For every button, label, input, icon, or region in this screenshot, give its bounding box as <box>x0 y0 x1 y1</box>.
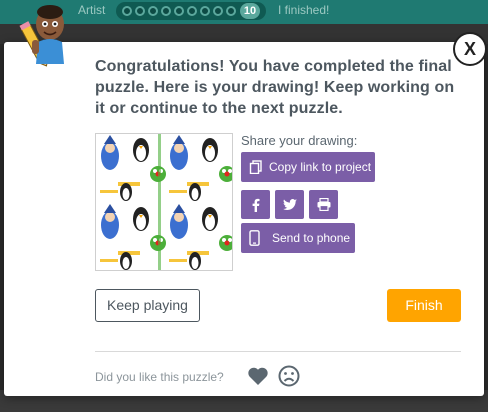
feedback-prompt: Did you like this puzzle? <box>95 370 224 384</box>
progress-dot <box>213 6 223 16</box>
twitter-icon <box>282 198 297 210</box>
facebook-share-button[interactable] <box>241 190 270 219</box>
heart-icon[interactable] <box>247 366 269 386</box>
finished-label: I finished! <box>278 3 330 17</box>
progress-dot <box>161 6 171 16</box>
progress-dot <box>226 6 236 16</box>
drawing-thumbnail <box>95 133 233 271</box>
facebook-icon <box>252 198 259 212</box>
copy-link-label: Copy link to project <box>269 160 372 174</box>
twitter-share-button[interactable] <box>275 190 304 219</box>
progress-dot <box>200 6 210 16</box>
print-icon <box>317 198 330 211</box>
print-button[interactable] <box>309 190 338 219</box>
progress-dot <box>174 6 184 16</box>
level-label: Artist <box>78 3 106 17</box>
phone-icon <box>249 230 260 246</box>
share-label: Share your drawing: <box>241 133 358 148</box>
close-button[interactable]: X <box>453 32 487 66</box>
progress-dot <box>148 6 158 16</box>
divider <box>95 351 461 352</box>
keep-playing-button[interactable]: Keep playing <box>95 289 200 322</box>
send-to-phone-label: Send to phone <box>272 231 351 245</box>
progress-count: 10 <box>240 3 260 19</box>
progress-dot <box>187 6 197 16</box>
completion-message: Congratulations! You have completed the … <box>95 58 455 117</box>
artist-avatar <box>19 5 64 67</box>
progress-bar: 10 <box>116 2 266 20</box>
copy-link-button[interactable]: Copy link to project <box>241 152 375 182</box>
send-to-phone-button[interactable]: Send to phone <box>241 223 355 253</box>
frown-icon[interactable] <box>278 365 300 387</box>
progress-dot <box>135 6 145 16</box>
finish-button[interactable]: Finish <box>387 289 461 322</box>
progress-dot <box>122 6 132 16</box>
copy-icon <box>249 160 262 174</box>
